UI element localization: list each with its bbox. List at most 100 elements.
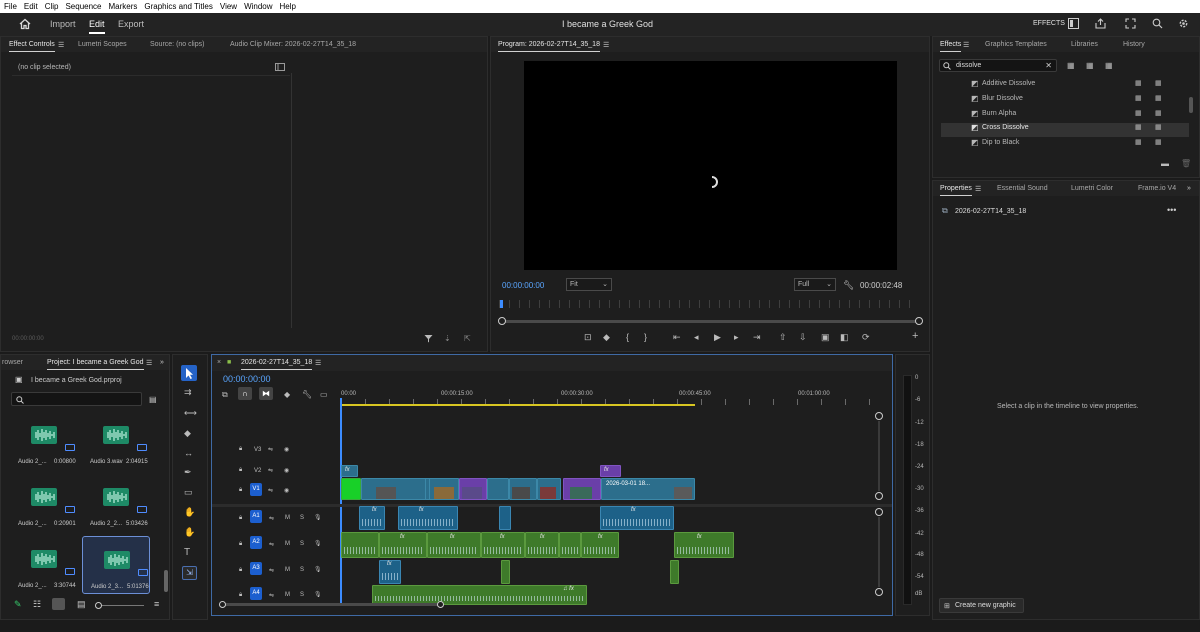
slip-tool-icon[interactable]: ↔ <box>184 449 193 458</box>
sync-lock-icon[interactable]: ⇋ <box>268 487 273 494</box>
mark-in-lock-icon[interactable]: ⊡ <box>584 333 592 342</box>
menu-markers[interactable]: Markers <box>109 2 138 11</box>
audio-clip[interactable] <box>341 532 379 558</box>
eye-icon[interactable]: ◉ <box>284 467 289 474</box>
properties-menu-icon[interactable]: ☰ <box>975 185 981 193</box>
track-name-a2[interactable]: A2 <box>250 536 262 549</box>
delete-icon[interactable]: 🗑︎ <box>1181 159 1191 168</box>
program-menu-icon[interactable]: ☰ <box>603 41 609 49</box>
audio-clip[interactable]: fx <box>600 506 674 530</box>
menu-sequence[interactable]: Sequence <box>65 2 101 11</box>
effect-item[interactable]: ◩ Dip to Black ▦ ▦ <box>941 138 1189 152</box>
audio-clip[interactable]: fx <box>379 532 427 558</box>
audio-clip[interactable]: fx <box>427 532 481 558</box>
menu-graphics-and-titles[interactable]: Graphics and Titles <box>144 2 212 11</box>
step-forward-icon[interactable]: ▸ <box>734 333 739 342</box>
audio-clip[interactable]: ♫ fx <box>372 585 587 605</box>
add-marker-icon[interactable]: ◆ <box>284 390 290 399</box>
home-icon[interactable] <box>19 18 31 30</box>
lock-icon[interactable]: 🔒︎ <box>239 446 242 453</box>
zoom-handle-right[interactable] <box>915 317 923 325</box>
video-scroll-handle[interactable] <box>875 412 883 420</box>
hscroll-handle-left[interactable] <box>219 601 226 608</box>
mark-out-icon[interactable]: } <box>644 333 647 342</box>
play-audio-icon[interactable]: ⇣ <box>444 334 451 343</box>
video-clip[interactable] <box>341 478 361 500</box>
video-clip[interactable] <box>487 478 509 500</box>
audio-clip[interactable] <box>501 560 510 584</box>
workspaces-icon[interactable] <box>1068 18 1079 29</box>
video-clip[interactable]: 2026-03-01 18... <box>601 478 695 500</box>
more-options-icon[interactable]: ••• <box>1167 205 1176 215</box>
lock-icon[interactable]: 🔒︎ <box>239 592 242 599</box>
audio-scroll-handle[interactable] <box>875 508 883 516</box>
razor-tool-icon[interactable]: ◆ <box>184 429 191 438</box>
lift-icon[interactable]: ⇧ <box>779 333 787 342</box>
sync-lock-icon[interactable]: ⇋ <box>269 541 274 548</box>
video-clip[interactable]: fx <box>341 465 358 477</box>
audio-clip[interactable] <box>559 532 581 558</box>
effect-item-selected[interactable]: ◩ Cross Dissolve ▦ ▦ <box>941 123 1189 137</box>
media-item[interactable]: Audio 2_... 0:20901 <box>10 474 78 532</box>
tab-history[interactable]: History <box>1123 41 1145 48</box>
go-to-in-icon[interactable]: ⇤ <box>673 333 681 342</box>
tab-effect-controls[interactable]: Effect Controls <box>9 41 55 52</box>
linked-selection-icon[interactable]: ⧓ <box>259 387 273 400</box>
close-sequence-icon[interactable]: × <box>217 359 221 366</box>
panel-menu-icon[interactable]: ☰ <box>58 41 64 49</box>
sync-lock-icon[interactable]: ⇋ <box>269 567 274 574</box>
sync-lock-icon[interactable]: ⇋ <box>269 515 274 522</box>
audio-clip[interactable]: fx <box>674 532 734 558</box>
show-timeline-icon[interactable] <box>275 63 285 71</box>
fit-dropdown[interactable]: Fit ⌄ <box>566 278 612 291</box>
zoom-slider-handle[interactable] <box>95 602 102 609</box>
export-icon[interactable]: ⇱ <box>464 334 471 343</box>
project-menu-icon[interactable]: ☰ <box>146 359 152 367</box>
tab-essential-sound[interactable]: Essential Sound <box>997 185 1048 192</box>
lock-icon[interactable]: 🔒︎ <box>239 567 242 574</box>
tab-properties[interactable]: Properties <box>940 185 972 196</box>
write-pencil-icon[interactable]: ✎ <box>14 599 22 610</box>
audio-clip[interactable]: fx <box>525 532 559 558</box>
media-item[interactable]: Audio 2_... 3:30744 <box>10 536 78 594</box>
program-video-display[interactable] <box>524 61 897 270</box>
captions-icon[interactable]: ▭ <box>320 390 328 399</box>
effects-search-field[interactable]: dissolve ✕ <box>939 59 1057 72</box>
work-area-bar[interactable] <box>341 404 695 406</box>
audio-clip[interactable]: fx <box>581 532 619 558</box>
effect-item[interactable]: ◩ Burn Alpha ▦ ▦ <box>941 109 1189 123</box>
video-clip[interactable] <box>563 478 601 500</box>
tab-effects[interactable]: Effects <box>940 41 962 52</box>
hand-tool-icon[interactable]: ✋ <box>184 508 195 517</box>
program-ruler[interactable] <box>499 300 919 308</box>
more-tabs-icon[interactable]: » <box>160 359 164 366</box>
mic-icon[interactable]: 🎙︎ <box>314 591 322 598</box>
nest-sequence-icon[interactable]: ⧉ <box>222 390 228 399</box>
effects-scrollbar[interactable] <box>1189 97 1193 113</box>
32bit-effects-icon[interactable]: ▦ <box>1086 61 1094 70</box>
video-clip[interactable] <box>429 478 459 500</box>
mic-icon[interactable]: 🎙︎ <box>314 566 322 573</box>
new-bin-icon[interactable]: ▬ <box>1161 159 1169 168</box>
new-search-bin-icon[interactable]: ▤ <box>149 395 157 404</box>
tab-libraries[interactable]: Libraries <box>1071 41 1098 48</box>
effect-item[interactable]: ◩ Blur Dissolve ▦ ▦ <box>941 94 1189 108</box>
menu-view[interactable]: View <box>220 2 237 11</box>
mute-button[interactable]: M <box>285 567 290 573</box>
tab-import[interactable]: Import <box>50 19 76 29</box>
extract-icon[interactable]: ⇩ <box>799 333 807 342</box>
audio-clip[interactable] <box>670 560 679 584</box>
sort-icon[interactable]: ≡ <box>154 599 159 609</box>
audio-clip[interactable] <box>499 506 511 530</box>
lock-icon[interactable]: 🔒︎ <box>239 487 242 494</box>
timeline-timecode[interactable]: 00:00:00:00 <box>223 374 271 384</box>
pen-tool-icon[interactable]: ✒ <box>184 468 192 477</box>
accelerated-effects-icon[interactable]: ▦ <box>1067 61 1075 70</box>
time-ruler[interactable]: 00:00 00:00:15:00 00:00:30:00 00:00:45:0… <box>341 385 881 406</box>
mute-button[interactable]: M <box>285 515 290 521</box>
sync-lock-icon[interactable]: ⇋ <box>268 446 273 453</box>
zoom-tool-icon[interactable]: ✋ <box>184 528 195 537</box>
play-icon[interactable]: ▶ <box>714 333 721 342</box>
zoom-slider[interactable] <box>102 605 144 606</box>
video-clip[interactable] <box>459 478 487 500</box>
